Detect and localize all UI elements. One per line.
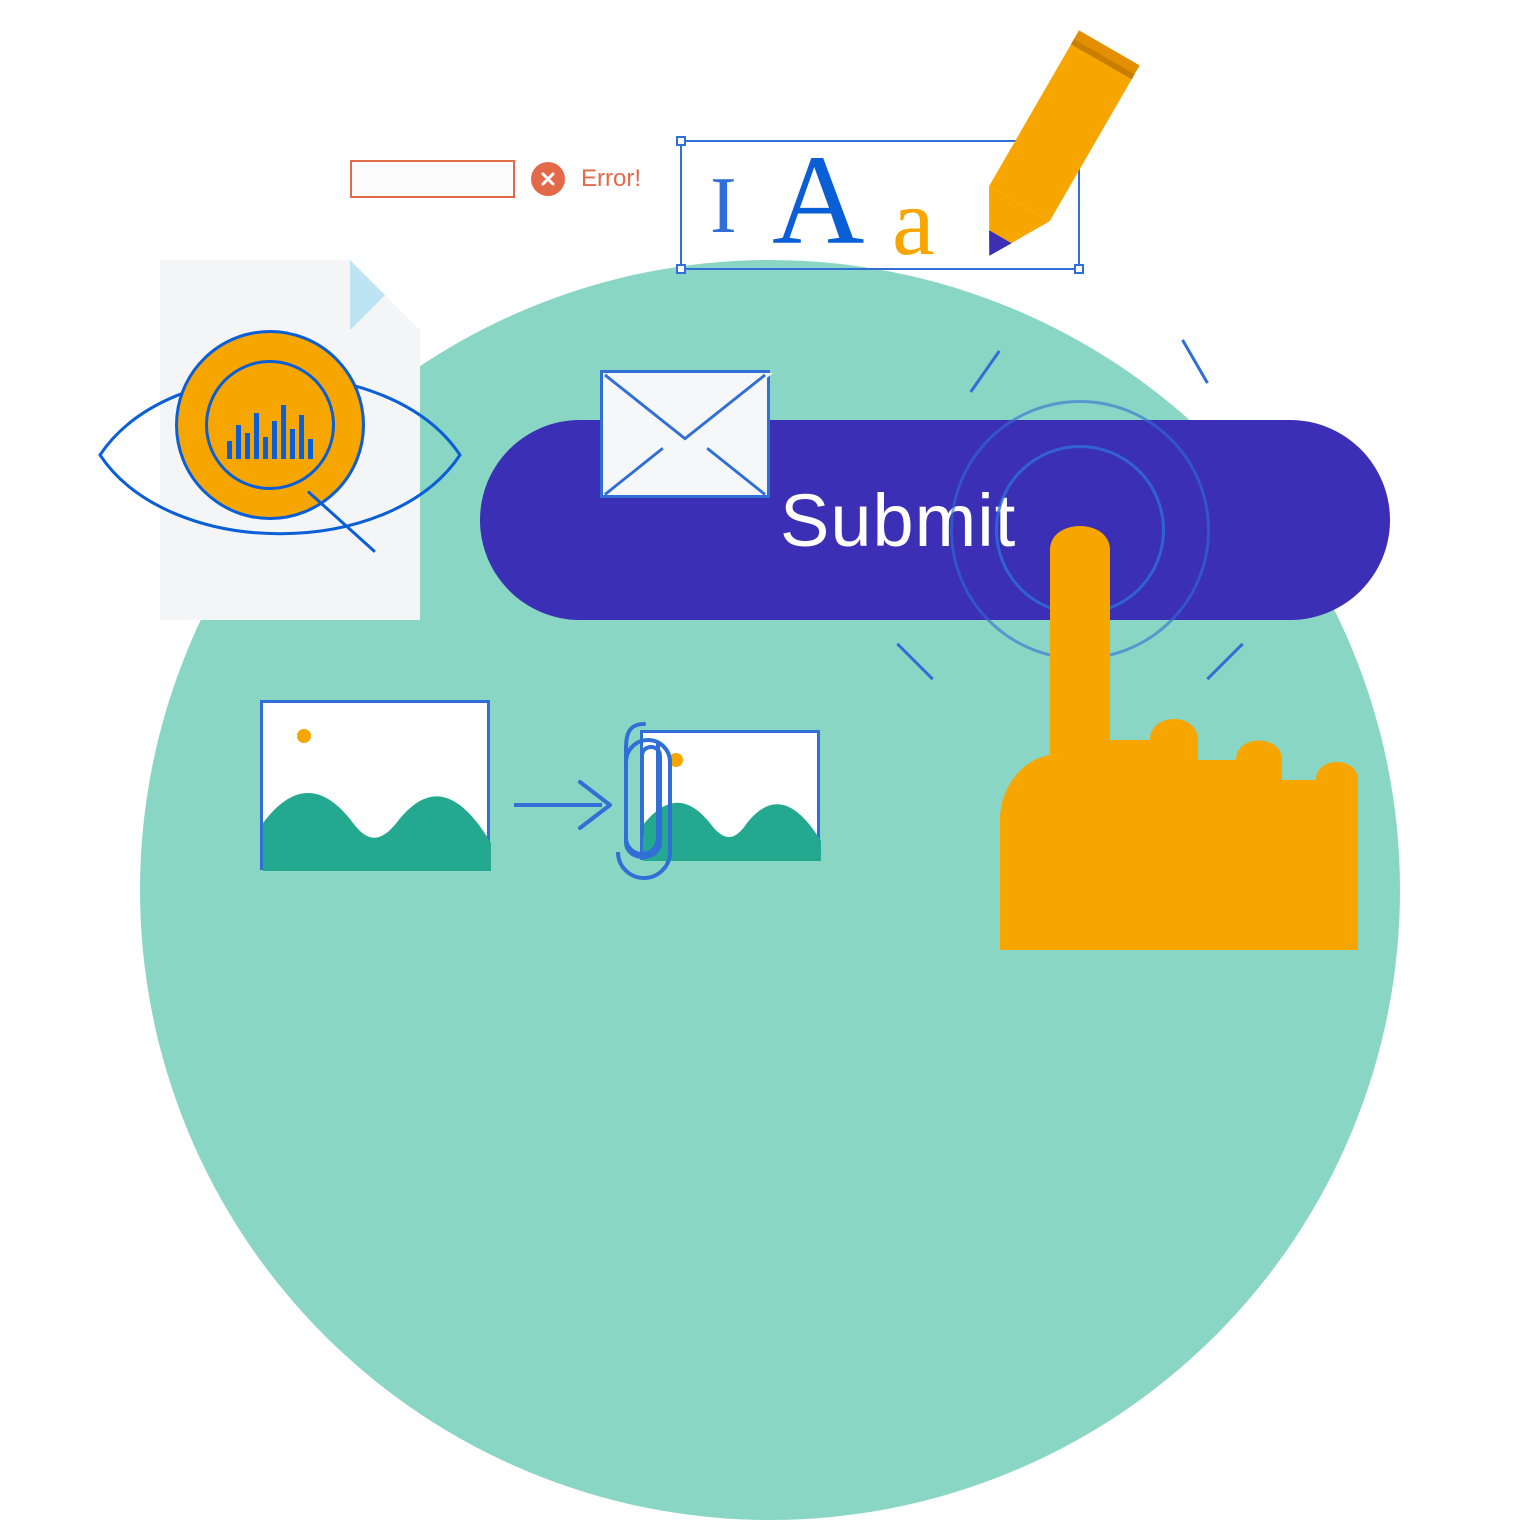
illustration-canvas: Error! I A a Submit — [0, 0, 1540, 920]
capital-letter: A — [772, 136, 864, 264]
mountains-icon — [263, 703, 493, 873]
error-close-icon — [531, 162, 565, 196]
error-label: Error! — [581, 165, 641, 193]
spark-line — [1181, 339, 1209, 384]
resize-handle — [676, 136, 686, 146]
bar-chart-icon — [205, 360, 335, 490]
error-indicator: Error! — [350, 160, 641, 198]
image-thumbnail-large — [260, 700, 490, 870]
document-fold — [350, 260, 420, 330]
envelope-icon — [600, 370, 770, 498]
arrow-right-icon — [510, 770, 620, 840]
text-cursor-icon: I — [710, 166, 737, 246]
hand-pointer-icon — [960, 490, 1360, 950]
resize-handle — [676, 264, 686, 274]
pencil-icon — [920, 28, 1160, 288]
paperclip-icon — [616, 712, 672, 882]
error-input-box — [350, 160, 515, 198]
magnifier-icon — [175, 330, 365, 520]
